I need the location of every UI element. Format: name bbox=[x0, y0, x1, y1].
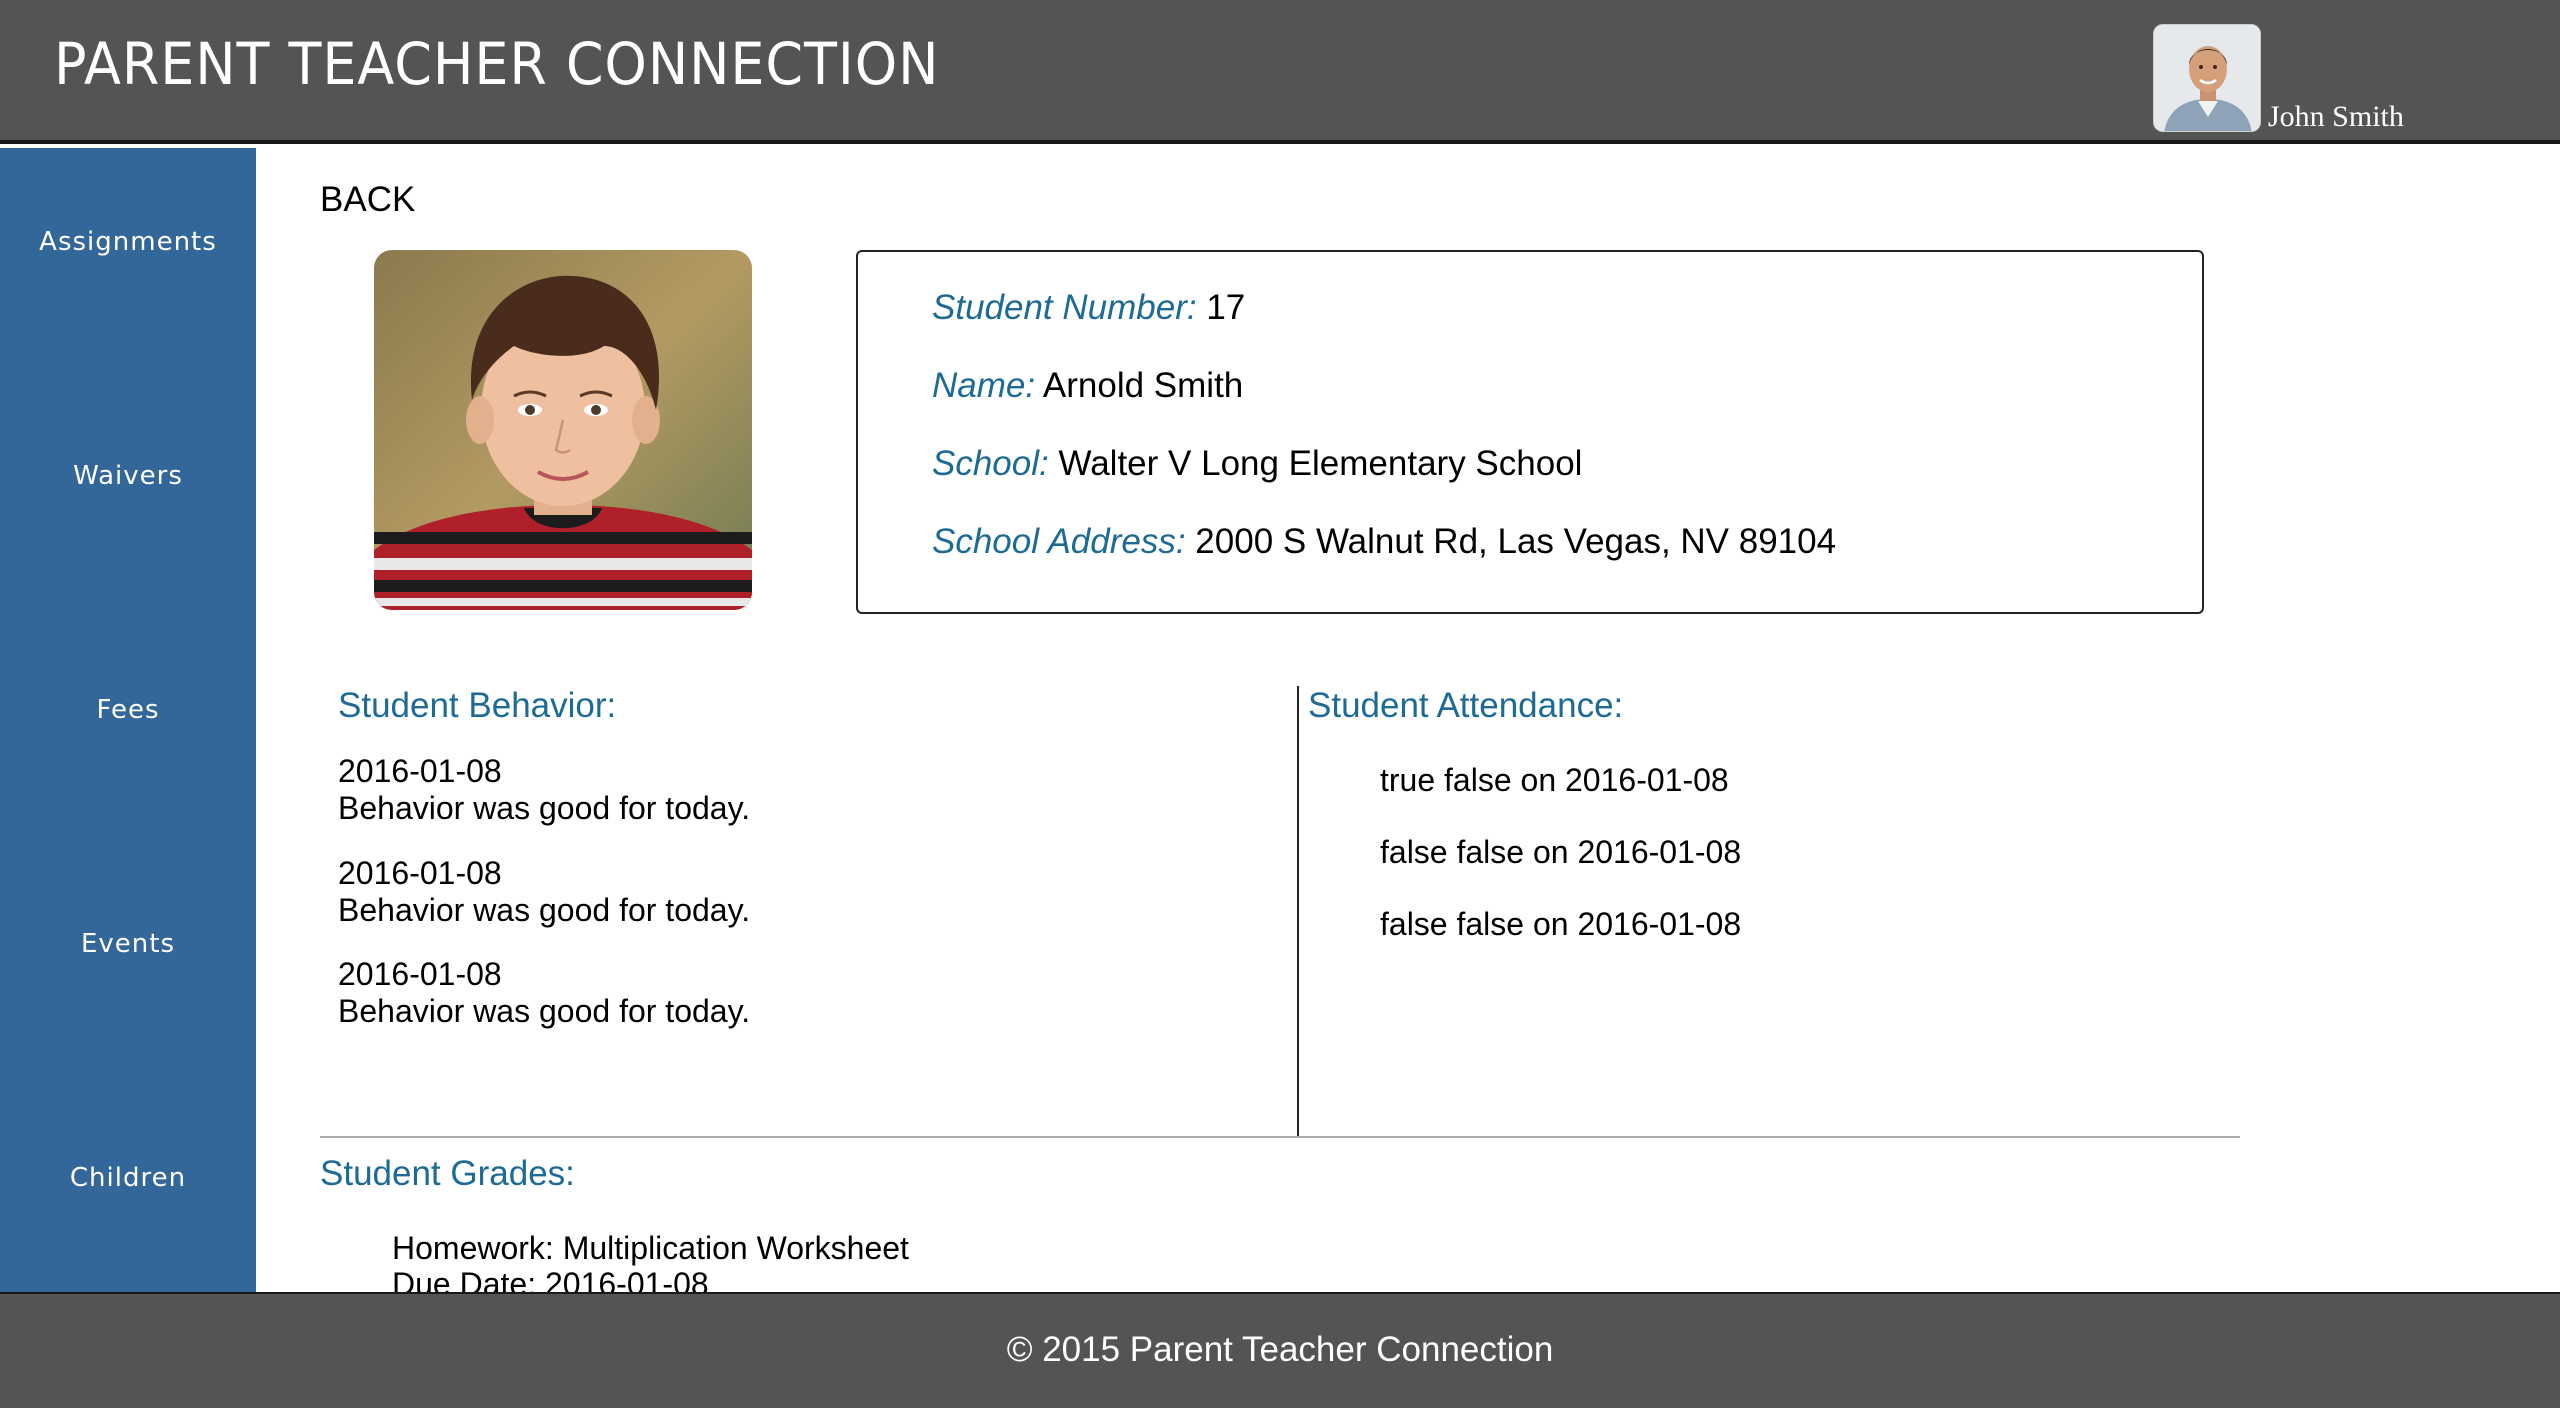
behavior-heading: Student Behavior: bbox=[338, 686, 617, 725]
student-photo bbox=[374, 250, 752, 610]
footer-copyright: © 2015 Parent Teacher Connection bbox=[1006, 1330, 1554, 1369]
behavior-date: 2016-01-08 bbox=[338, 753, 502, 789]
behavior-entry: 2016-01-08 Behavior was good for today. bbox=[338, 956, 750, 1030]
sidebar-item-events[interactable]: Events bbox=[0, 914, 256, 974]
behavior-entry: 2016-01-08 Behavior was good for today. bbox=[338, 753, 750, 827]
user-avatar[interactable] bbox=[2153, 24, 2261, 132]
sidebar-item-fees[interactable]: Fees bbox=[0, 680, 256, 740]
app-header: PARENT TEACHER CONNECTION John Smith bbox=[0, 0, 2560, 144]
page-footer: © 2015 Parent Teacher Connection bbox=[0, 1292, 2560, 1408]
sidebar-item-children[interactable]: Children bbox=[0, 1148, 256, 1208]
app-title: PARENT TEACHER CONNECTION bbox=[54, 30, 940, 98]
user-avatar-image bbox=[2154, 25, 2260, 131]
behavior-note: Behavior was good for today. bbox=[338, 892, 751, 928]
behavior-date: 2016-01-08 bbox=[338, 956, 502, 992]
grades-heading: Student Grades: bbox=[320, 1154, 575, 1193]
behavior-note: Behavior was good for today. bbox=[338, 790, 751, 826]
student-number-label: Student Number: bbox=[932, 288, 1197, 327]
behavior-note: Behavior was good for today. bbox=[338, 993, 751, 1029]
school-label: School: bbox=[932, 444, 1049, 483]
student-photo-image bbox=[374, 250, 752, 610]
student-info-card: Student Number: 17 Name: Arnold Smith Sc… bbox=[856, 250, 2204, 614]
school-value: Walter V Long Elementary School bbox=[1058, 444, 1583, 483]
user-name[interactable]: John Smith bbox=[2268, 100, 2404, 134]
student-name-value: Arnold Smith bbox=[1042, 366, 1244, 405]
student-number-value: 17 bbox=[1206, 288, 1246, 327]
grade-homework: Homework: Multiplication Worksheet bbox=[392, 1230, 909, 1266]
sidebar-item-waivers[interactable]: Waivers bbox=[0, 446, 256, 506]
student-name-row: Name: Arnold Smith bbox=[932, 366, 1243, 406]
attendance-heading: Student Attendance: bbox=[1308, 686, 1624, 725]
school-address-value: 2000 S Walnut Rd, Las Vegas, NV 89104 bbox=[1195, 522, 1837, 561]
attendance-entry: true false on 2016-01-08 bbox=[1380, 762, 1729, 798]
attendance-entry: false false on 2016-01-08 bbox=[1380, 834, 1742, 870]
attendance-entry: false false on 2016-01-08 bbox=[1380, 906, 1742, 942]
school-address-row: School Address: 2000 S Walnut Rd, Las Ve… bbox=[932, 522, 1836, 562]
school-row: School: Walter V Long Elementary School bbox=[932, 444, 1582, 484]
student-number-row: Student Number: 17 bbox=[932, 288, 1245, 328]
sidebar-nav: Assignments Waivers Fees Events Children bbox=[0, 148, 256, 1292]
section-divider bbox=[320, 1136, 2240, 1138]
student-name-label: Name: bbox=[932, 366, 1036, 405]
sidebar-item-assignments[interactable]: Assignments bbox=[0, 212, 256, 272]
back-link[interactable]: BACK bbox=[320, 180, 415, 220]
behavior-date: 2016-01-08 bbox=[338, 855, 502, 891]
school-address-label: School Address: bbox=[932, 522, 1186, 561]
behavior-entry: 2016-01-08 Behavior was good for today. bbox=[338, 855, 750, 929]
column-divider bbox=[1297, 686, 1299, 1136]
